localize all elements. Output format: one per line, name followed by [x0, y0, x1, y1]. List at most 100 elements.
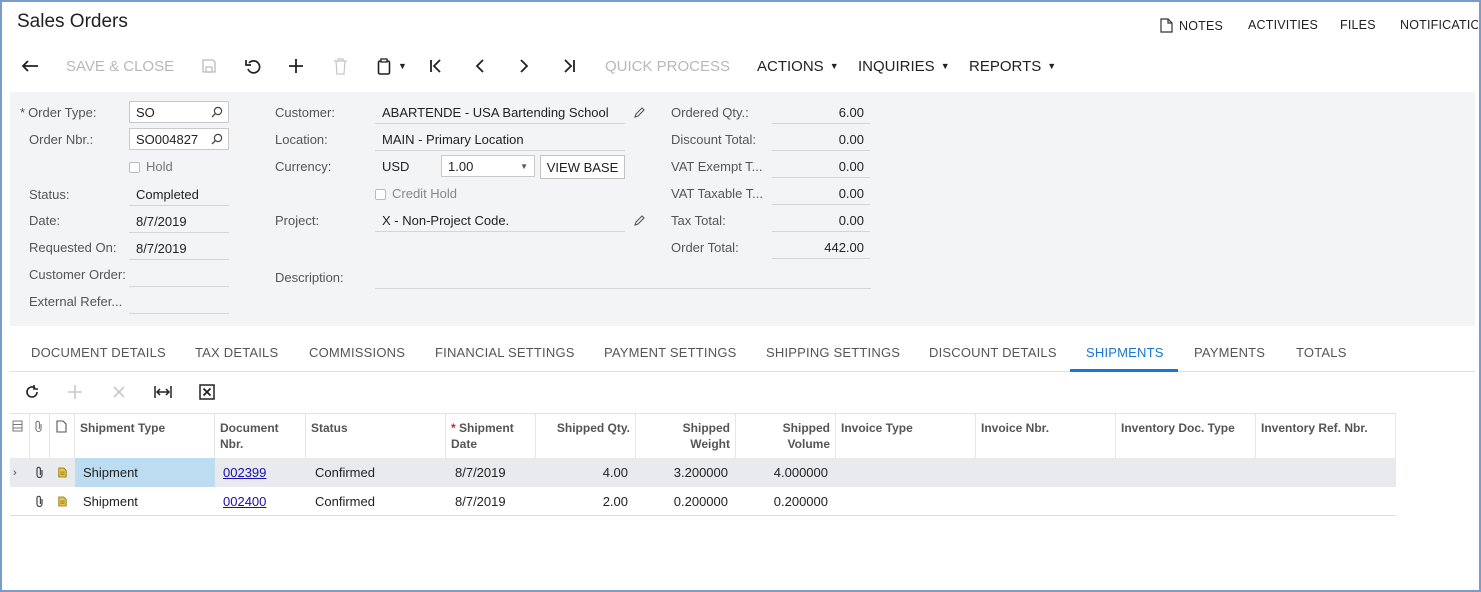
customer-order-field[interactable]	[129, 264, 229, 287]
first-icon	[430, 59, 441, 73]
delete-row-icon[interactable]	[112, 385, 126, 399]
actions-menu[interactable]: ACTIONS ▼	[757, 55, 839, 77]
tax-total-value: 0.00	[772, 209, 870, 232]
requested-on-field[interactable]: 8/7/2019	[129, 237, 229, 260]
attachment-cell[interactable]	[30, 458, 50, 487]
clipboard-button[interactable]: ▼	[377, 55, 407, 77]
shipment-type-cell[interactable]: Shipment	[75, 487, 215, 516]
next-record-button[interactable]	[518, 55, 530, 77]
delete-button[interactable]	[333, 55, 348, 77]
row-expand-icon[interactable]: ›	[10, 458, 30, 487]
add-button[interactable]	[288, 55, 304, 77]
currency-rate-select[interactable]: 1.00 ▼	[441, 155, 535, 177]
inventory-doc-type-cell	[1116, 487, 1256, 516]
document-nbr-link[interactable]: 002399	[215, 458, 306, 487]
notifications-link[interactable]: NOTIFICATIONS	[1400, 18, 1478, 32]
refresh-icon[interactable]	[24, 384, 40, 400]
tab-commissions[interactable]: COMMISSIONS	[309, 345, 405, 360]
undo-button[interactable]	[244, 55, 262, 77]
document-nbr-link[interactable]: 002400	[215, 487, 306, 516]
shipment-date-cell[interactable]: 8/7/2019	[446, 458, 536, 487]
customer-field[interactable]: ABARTENDE - USA Bartending School	[375, 101, 625, 124]
requested-on-label: Requested On:	[29, 240, 117, 255]
col-shipped-weight[interactable]: Shipped Weight	[636, 414, 736, 459]
plus-icon	[289, 59, 303, 73]
note-header	[50, 414, 75, 459]
table-row[interactable]: › Shipment 002399 Confirmed 8/7/2019 4.0…	[10, 458, 1396, 487]
order-nbr-field[interactable]: SO004827	[129, 128, 229, 150]
view-base-button[interactable]: VIEW BASE	[540, 155, 625, 179]
paperclip-icon	[36, 466, 43, 479]
excel-export-icon[interactable]	[199, 384, 215, 400]
date-field[interactable]: 8/7/2019	[129, 210, 229, 233]
reports-menu[interactable]: REPORTS ▼	[969, 55, 1056, 77]
note-cell[interactable]	[50, 487, 75, 516]
vat-taxable-value: 0.00	[772, 182, 870, 205]
table-row[interactable]: Shipment 002400 Confirmed 8/7/2019 2.00 …	[10, 487, 1396, 516]
document-nbr-value[interactable]: 002399	[223, 465, 266, 480]
tax-total-label: Tax Total:	[671, 213, 726, 228]
files-link[interactable]: FILES	[1340, 18, 1376, 32]
grid-header: Shipment Type Document Nbr. Status * Shi…	[10, 413, 1396, 459]
edit-pencil-icon[interactable]	[633, 214, 646, 227]
status-cell: Confirmed	[315, 465, 375, 480]
col-inventory-ref-nbr[interactable]: Inventory Ref. Nbr.	[1256, 414, 1396, 459]
col-shipment-date[interactable]: * Shipment Date	[446, 414, 536, 459]
customer-label: Customer:	[275, 105, 335, 120]
attachment-cell[interactable]	[30, 487, 50, 516]
search-icon[interactable]	[211, 106, 223, 118]
tab-discount-details[interactable]: DISCOUNT DETAILS	[929, 345, 1057, 360]
invoice-type-cell	[836, 487, 976, 516]
back-button[interactable]	[20, 55, 40, 77]
inquiries-menu[interactable]: INQUIRIES ▼	[858, 55, 950, 77]
previous-record-button[interactable]	[474, 55, 486, 77]
search-icon[interactable]	[211, 133, 223, 145]
col-inventory-doc-type[interactable]: Inventory Doc. Type	[1116, 414, 1256, 459]
quick-process-button[interactable]: QUICK PROCESS	[605, 55, 730, 77]
add-row-icon[interactable]	[67, 384, 83, 400]
discount-total-label: Discount Total:	[671, 132, 757, 147]
tab-tax-details[interactable]: TAX DETAILS	[195, 345, 278, 360]
fit-columns-icon[interactable]	[154, 384, 172, 400]
shipment-type-cell[interactable]: Shipment	[75, 458, 215, 487]
save-button[interactable]	[201, 55, 217, 77]
col-invoice-nbr[interactable]: Invoice Nbr.	[976, 414, 1116, 459]
inventory-ref-nbr-cell	[1256, 458, 1396, 487]
tab-shipments[interactable]: SHIPMENTS	[1086, 345, 1164, 360]
tab-payment-settings[interactable]: PAYMENT SETTINGS	[604, 345, 737, 360]
inventory-ref-nbr-cell	[1256, 487, 1396, 516]
tab-totals[interactable]: TOTALS	[1296, 345, 1347, 360]
edit-pencil-icon[interactable]	[633, 106, 646, 119]
activities-link[interactable]: ACTIVITIES	[1248, 18, 1318, 32]
shipment-date-cell[interactable]: 8/7/2019	[446, 487, 536, 516]
location-field[interactable]: MAIN - Primary Location	[375, 128, 625, 151]
col-document-nbr[interactable]: Document Nbr.	[215, 414, 306, 459]
first-record-button[interactable]	[428, 55, 444, 77]
col-shipment-type[interactable]: Shipment Type	[75, 414, 215, 459]
document-nbr-value[interactable]: 002400	[223, 494, 266, 509]
tab-payments[interactable]: PAYMENTS	[1194, 345, 1265, 360]
notes-link[interactable]: NOTES	[1160, 18, 1223, 33]
invoice-nbr-cell	[976, 458, 1116, 487]
customer-order-label: Customer Order:	[29, 267, 126, 282]
col-status[interactable]: Status	[306, 414, 446, 459]
credit-hold-checkbox[interactable]: Credit Hold	[375, 186, 457, 201]
note-cell[interactable]	[50, 458, 75, 487]
save-close-button[interactable]: SAVE & CLOSE	[66, 55, 174, 77]
last-record-button[interactable]	[561, 55, 577, 77]
col-shipped-qty[interactable]: Shipped Qty.	[536, 414, 636, 459]
status-label: Status:	[29, 187, 70, 202]
project-field[interactable]: X - Non-Project Code.	[375, 209, 625, 232]
active-tab-indicator	[1070, 369, 1178, 372]
hold-checkbox[interactable]: Hold	[129, 159, 173, 174]
tab-shipping-settings[interactable]: SHIPPING SETTINGS	[766, 345, 900, 360]
tab-financial-settings[interactable]: FINANCIAL SETTINGS	[435, 345, 575, 360]
tab-document-details[interactable]: DOCUMENT DETAILS	[31, 345, 166, 360]
row-selector-header[interactable]	[10, 414, 30, 459]
external-ref-field[interactable]	[129, 291, 229, 314]
description-field[interactable]	[375, 266, 871, 289]
col-invoice-type[interactable]: Invoice Type	[836, 414, 976, 459]
order-type-field[interactable]: SO	[129, 101, 229, 123]
chevron-down-icon: ▼	[398, 61, 407, 71]
col-shipped-volume[interactable]: Shipped Volume	[736, 414, 836, 459]
